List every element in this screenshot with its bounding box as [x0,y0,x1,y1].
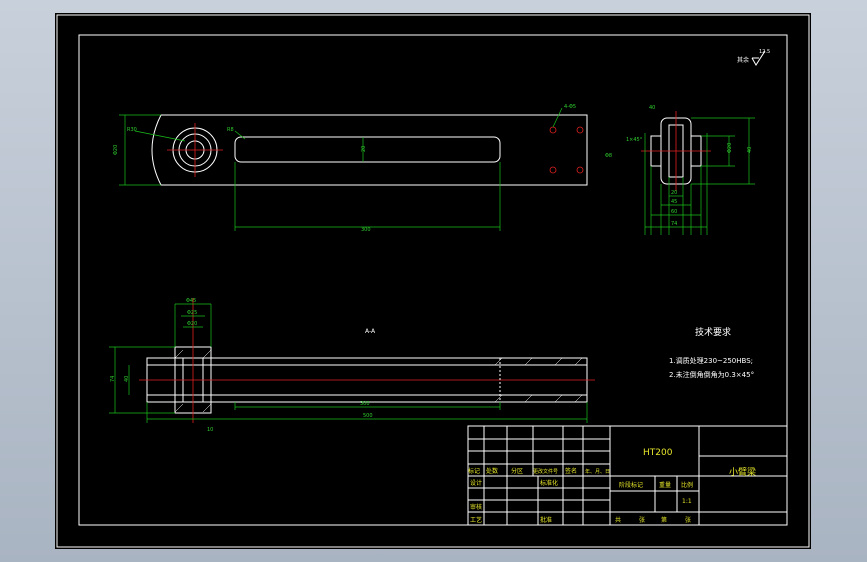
side-dim-b4: 74 [671,221,677,227]
dim-boss: R30 [127,127,137,133]
side-dim-r2: 40 [747,147,753,153]
side-dim-b1: 20 [671,190,677,196]
front-dim-b1: 300 [360,401,370,407]
tb-material: HT200 [643,448,673,458]
front-dim-t3: Φ20 [187,321,197,327]
tb-standardization: 标准化 [540,479,558,487]
tb-sheets-2: 张 [685,516,691,524]
tb-header-date: 年、月、日 [585,468,610,475]
tb-header-count: 处数 [486,467,498,475]
front-dim-b2: 500 [363,413,373,419]
side-dim-b3: 60 [671,209,677,215]
tb-weight: 重量 [659,481,671,489]
tb-sheet-no: 第 [661,516,667,524]
tb-design: 设计 [470,479,482,487]
dim-height-left: Φ20 [113,145,119,155]
dim-slot-length: 300 [361,227,371,233]
front-dim-t1: Φ45 [186,298,196,304]
tb-header-zone: 分区 [511,467,523,475]
tech-req-title: 技术要求 [695,326,731,338]
side-dim-b2: 45 [671,199,677,205]
drawing-viewport[interactable]: 其余 12.5 Φ20 R30 R8 4-Φ5 20 300 Φ20 40 1×… [55,13,811,549]
side-dim-r1: Φ20 [727,143,733,153]
tb-scale-label: 比例 [681,481,693,489]
tb-review: 审核 [470,503,482,511]
tb-sheets-1: 张 [639,516,645,524]
dim-slot-r: R8 [227,127,234,133]
tb-header-docno: 更改文件号 [533,468,558,475]
tb-header-mark: 标记 [468,467,480,475]
side-view: Φ20 40 1×45° 40 Φ8 20 45 60 74 [605,105,755,235]
tb-total: 共 [615,516,621,524]
cad-drawing: 其余 12.5 Φ20 R30 R8 4-Φ5 20 300 Φ20 40 1×… [56,14,810,548]
tb-process: 工艺 [470,516,482,524]
dim-slot-width: 20 [361,146,367,152]
side-dim-chamfer: 1×45° [626,137,643,143]
tb-scale-value: 1:1 [682,498,692,505]
tb-stage: 阶段标记 [619,481,643,489]
side-dim-top: 40 [649,105,655,111]
front-dim-b3: 10 [207,427,213,433]
front-dim-l2: 40 [124,376,130,382]
front-dim-t2: Φ25 [187,310,197,316]
top-view: Φ20 R30 R8 4-Φ5 20 300 [113,104,588,233]
section-mark: A-A [365,328,376,335]
tech-req-item-2: 2.未注倒角倒角为0.3×45° [669,370,754,379]
dim-hole-right: 4-Φ5 [564,104,576,110]
roughness-symbol: 其余 12.5 [737,49,770,66]
side-dim-left: Φ8 [605,153,612,159]
front-section-view: A-A Φ45 Φ25 Φ20 74 40 300 500 10 [109,298,595,433]
front-dim-l1: 74 [110,376,116,382]
tb-part-name: 小臂梁 [729,466,756,478]
inner-border [78,34,788,526]
tb-header-sign: 签名 [565,467,577,475]
outer-border [56,14,810,548]
tb-approve: 批准 [540,516,552,524]
roughness-note: 其余 [737,56,749,64]
technical-requirements: 技术要求 1.调质处理230~250HBS; 2.未注倒角倒角为0.3×45° [669,326,754,379]
tech-req-item-1: 1.调质处理230~250HBS; [669,356,753,365]
title-block: 标记 处数 分区 更改文件号 签名 年、月、日 设计 标准化 审核 工艺 批准 … [467,425,788,526]
roughness-value: 12.5 [759,49,770,55]
